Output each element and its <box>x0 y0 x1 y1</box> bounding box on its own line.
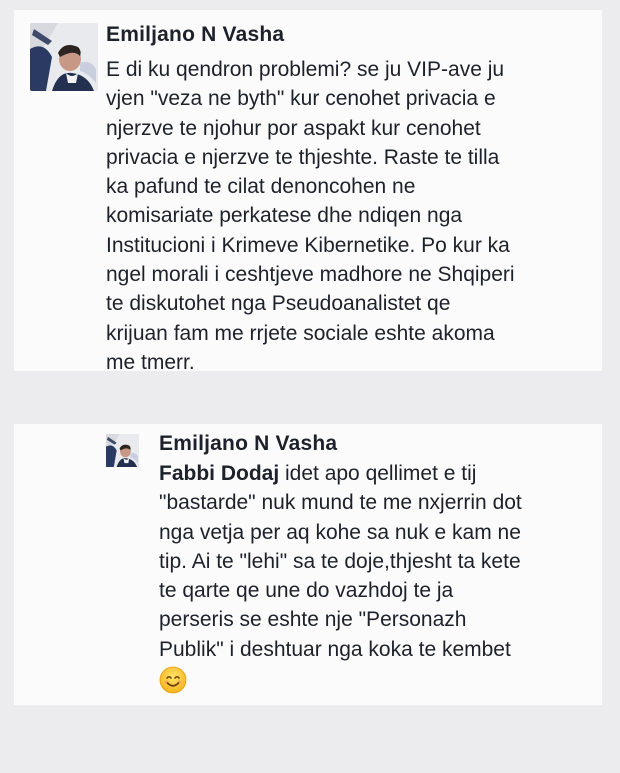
comment-text: E di ku qendron problemi? se ju VIP-ave … <box>106 55 602 377</box>
comment-text-line: Institucioni i Krimeve Kibernetike. Po k… <box>106 233 510 257</box>
reply-text-line: Publik" i deshtuar nga koka te kembet <box>159 637 511 661</box>
comment-text-line: ka pafund te cilat denoncohen ne <box>106 175 416 199</box>
profile-photo-avatar <box>30 23 98 91</box>
reply-text-line: perseris se eshte nje "Personazh <box>159 608 467 632</box>
comment-text-line: E di ku qendron problemi? se ju VIP-ave … <box>106 58 505 81</box>
comment-text-line: vjen "veza ne byth" kur cenohet privacia… <box>106 87 496 111</box>
reply-text-line: nga vetja per aq kohe sa nuk e kam ne <box>159 520 521 544</box>
avatar[interactable] <box>30 23 98 91</box>
profile-photo-avatar <box>106 434 139 467</box>
comment-author[interactable]: Emiljano N Vasha <box>106 23 284 47</box>
mention-link[interactable]: Fabbi Dodaj <box>159 462 279 485</box>
reply-text-line: tip. Ai te "lehi" sa te doje,thjesht ta … <box>159 549 521 573</box>
emoji-line <box>159 664 599 702</box>
reply-text: Fabbi Dodaj idet apo qellimet e tij "bas… <box>159 459 599 702</box>
comment-text-line: ngel morali i ceshtjeve madhore ne Shqip… <box>106 263 515 287</box>
smiling-face-emoji-icon <box>159 666 187 694</box>
comment-text-line: privacia e njerzve te thjeshte. Raste te… <box>106 145 500 169</box>
comment-card: Emiljano N Vasha E di ku qendron problem… <box>14 10 602 374</box>
reply-text-line: te qarte qe une do vazhdoj te ja <box>159 579 454 603</box>
comment-text-line: me tmerr. <box>106 350 195 374</box>
reply-text-fragment: idet apo qellimet e tij <box>279 462 477 485</box>
comment-text-line: njerzve te njohur por aspakt kur cenohet <box>106 116 481 140</box>
comment-text-line: krijuan fam me rrjete sociale eshte akom… <box>106 321 495 345</box>
reply-card: Emiljano N Vasha Fabbi Dodaj idet apo qe… <box>14 424 602 705</box>
reply-author[interactable]: Emiljano N Vasha <box>159 432 337 456</box>
reply-text-line: "bastarde" nuk mund te me nxjerrin dot <box>159 491 522 515</box>
reply-text-line: Fabbi Dodaj idet apo qellimet e tij <box>159 459 599 488</box>
avatar[interactable] <box>105 434 140 467</box>
comment-text-line: komisariate perkatese dhe ndiqen nga <box>106 204 463 228</box>
comment-text-line: te diskutohet nga Pseudoanalistet qe <box>106 292 451 316</box>
